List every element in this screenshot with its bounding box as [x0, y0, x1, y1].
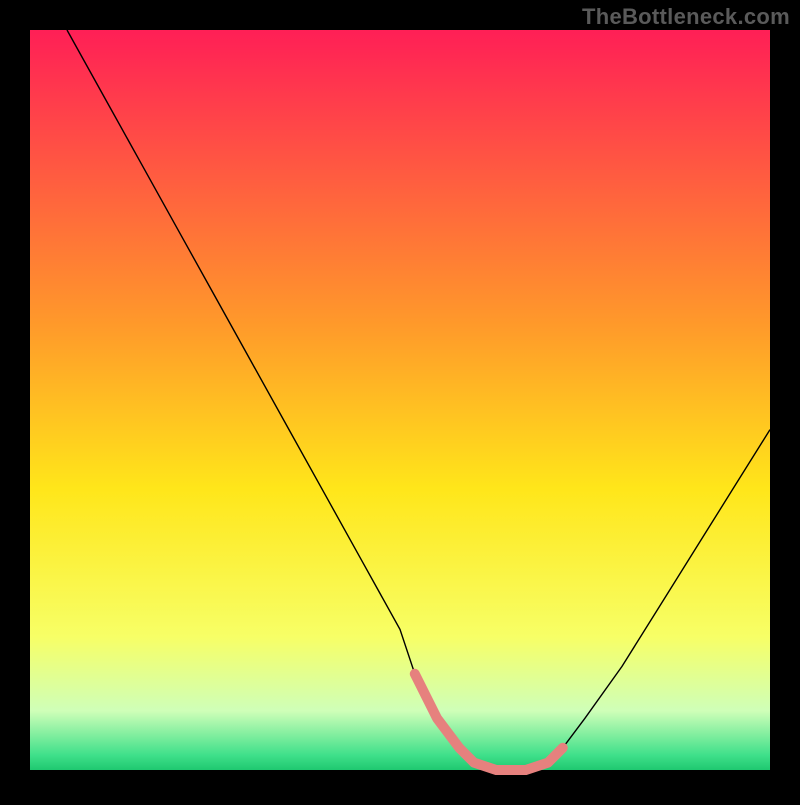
watermark-text: TheBottleneck.com — [582, 4, 790, 30]
plot-background — [30, 30, 770, 770]
chart-svg — [0, 0, 800, 800]
chart-frame: TheBottleneck.com — [0, 0, 800, 800]
